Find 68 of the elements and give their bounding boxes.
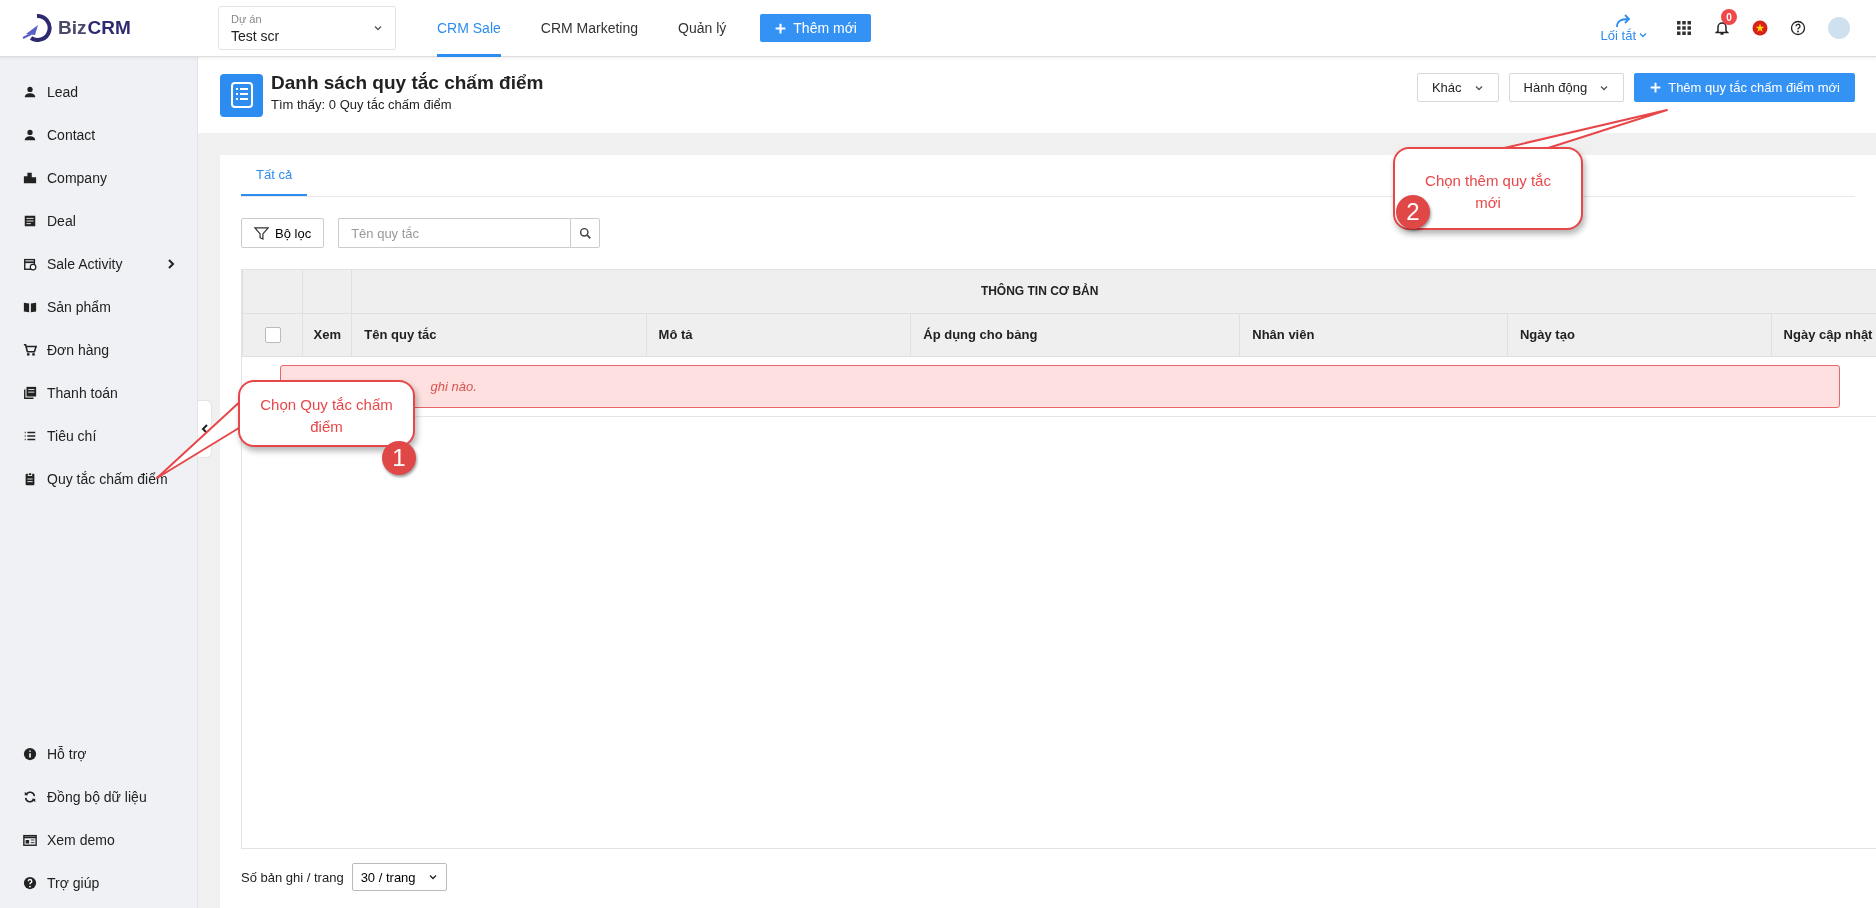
column-group-header: THÔNG TIN CƠ BẢN xyxy=(351,270,1876,313)
bell-icon xyxy=(1714,20,1730,36)
person-icon xyxy=(23,127,37,142)
shortcut-button[interactable]: Lối tắt xyxy=(1594,12,1654,44)
dropdown-button[interactable]: Hành động xyxy=(1508,73,1625,102)
search-icon xyxy=(578,226,592,240)
filter-button[interactable]: Bộ lọc xyxy=(241,218,325,248)
column-header: Áp dụng cho bảng xyxy=(910,313,1240,356)
select-all-checkbox[interactable] xyxy=(264,326,281,343)
logo-text: Biz xyxy=(58,17,87,39)
sidebar-item[interactable]: Lead xyxy=(0,70,197,113)
search-field[interactable]: Tên quy tắc xyxy=(338,218,571,248)
page-size-label: Số bản ghi / trang xyxy=(241,869,344,885)
nav-tab[interactable]: CRM Marketing xyxy=(540,0,639,57)
column-header: Ngày tạo xyxy=(1507,313,1772,356)
column-header: Ngày cập nhật xyxy=(1771,313,1876,356)
plus-icon xyxy=(1649,81,1663,94)
dropdown-button[interactable]: Khác xyxy=(1416,73,1499,102)
help-icon xyxy=(23,875,37,890)
notification-badge: 0 xyxy=(1721,9,1737,25)
sidebar-item[interactable]: Tiêu chí xyxy=(0,414,197,457)
result-count: Tìm thấy: 0 Quy tắc chấm điểm xyxy=(271,97,453,112)
column-header: Mô tả xyxy=(646,313,911,356)
sidebar-item[interactable]: Trợ giúp xyxy=(0,861,197,904)
window-icon xyxy=(23,832,37,847)
flag-icon xyxy=(1752,20,1768,36)
search-button[interactable] xyxy=(570,218,601,248)
stack-icon xyxy=(23,385,37,400)
logo-text: CRM xyxy=(87,17,131,39)
chevron-right-icon xyxy=(167,257,175,270)
sidebar-item[interactable]: Sản phẩm xyxy=(0,285,197,328)
chevron-down-icon xyxy=(427,872,438,882)
callout-text: Chọn Quy tắc chấm điểm xyxy=(260,396,393,435)
clipboard-icon xyxy=(23,471,37,486)
sidebar-item[interactable]: Sale Activity xyxy=(0,242,197,285)
sidebar-item[interactable]: Hỗ trợ xyxy=(0,732,197,775)
filter-icon xyxy=(254,225,269,241)
step-badge: 2 xyxy=(1396,195,1430,229)
apps-grid-icon xyxy=(1676,20,1692,36)
tab[interactable]: Tất cả xyxy=(241,155,308,196)
column-header: Nhân viên xyxy=(1239,313,1508,356)
sidebar-item[interactable]: Contact xyxy=(0,113,197,156)
sidebar-item[interactable]: Đồng bộ dữ liệu xyxy=(0,775,197,818)
project-select[interactable]: Dự án Test scr xyxy=(218,6,396,50)
plus-icon xyxy=(774,21,788,35)
document-icon xyxy=(23,213,37,228)
calendar-icon xyxy=(23,256,37,271)
info-icon xyxy=(23,746,37,761)
chevron-down-icon xyxy=(1638,30,1648,40)
sidebar-item[interactable]: Đơn hàng xyxy=(0,328,197,371)
sidebar-item[interactable]: Thanh toán xyxy=(0,371,197,414)
column-header: Xem xyxy=(302,313,352,356)
building-icon xyxy=(23,170,37,185)
help-icon xyxy=(1790,20,1806,36)
chevron-left-icon xyxy=(200,423,209,435)
chevron-down-icon xyxy=(373,23,383,33)
nav-tab[interactable]: Quản lý xyxy=(678,0,727,57)
page-size-select[interactable]: 30 / trang xyxy=(351,863,447,891)
sidebar-item[interactable]: Xem demo xyxy=(0,818,197,861)
logo-icon xyxy=(22,14,52,42)
sidebar-item[interactable]: Company xyxy=(0,156,197,199)
sidebar-item[interactable]: Deal xyxy=(0,199,197,242)
list-icon xyxy=(220,73,263,117)
column-header: Tên quy tắc xyxy=(351,313,647,356)
sync-icon xyxy=(23,789,37,804)
person-icon xyxy=(23,84,37,99)
cart-icon xyxy=(23,342,37,357)
page-title: Danh sách quy tắc chấm điểm xyxy=(271,72,544,94)
